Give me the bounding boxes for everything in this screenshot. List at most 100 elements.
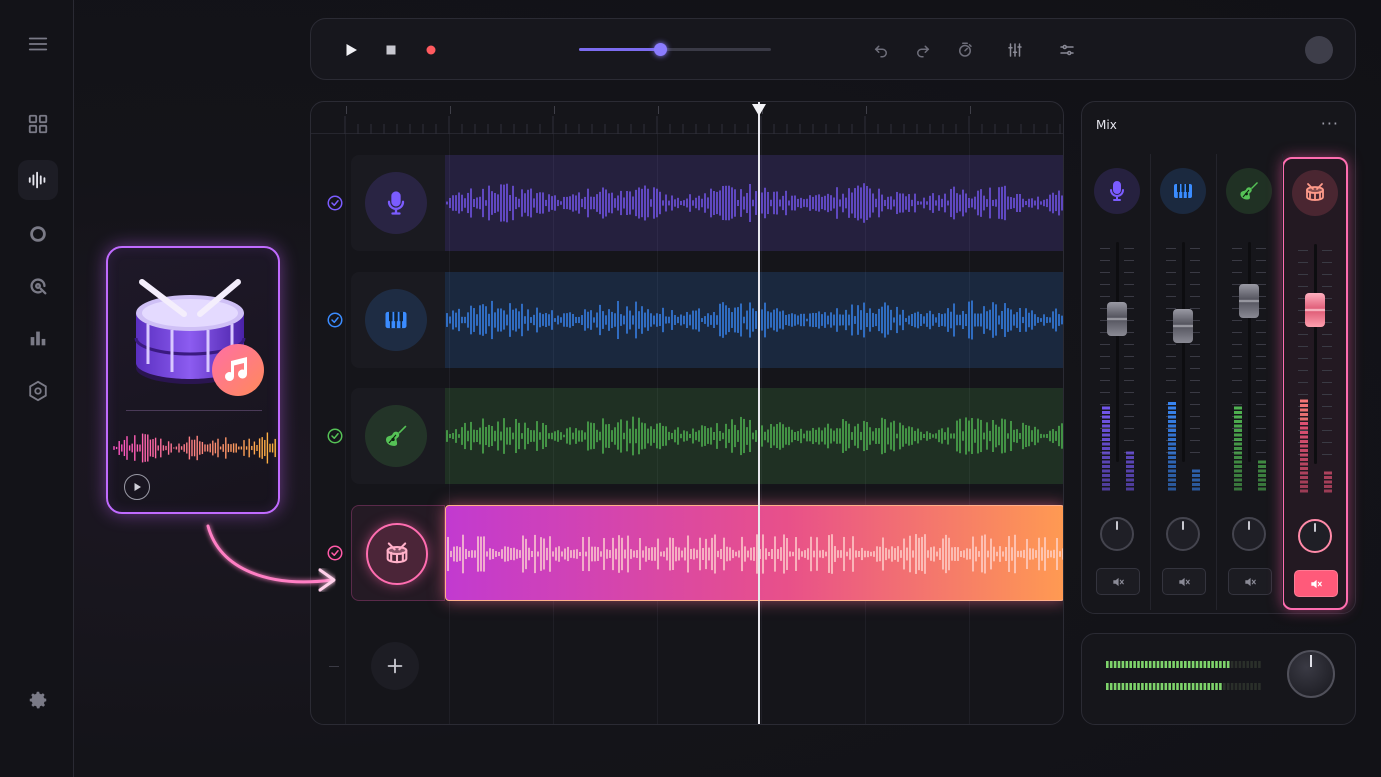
mixer-button[interactable]	[1001, 36, 1029, 64]
add-track-button[interactable]	[371, 642, 419, 690]
pan-knob[interactable]	[1166, 517, 1200, 551]
record-button[interactable]	[417, 36, 445, 64]
master-meter-right	[1106, 683, 1261, 690]
check-circle-icon	[327, 428, 343, 444]
track-arm-check-vocals[interactable]	[325, 193, 345, 213]
volume-fader[interactable]	[1173, 308, 1193, 343]
playhead-handle[interactable]	[752, 104, 766, 116]
track-separator	[329, 666, 339, 667]
drag-arrow	[206, 524, 336, 592]
level-meter	[1126, 451, 1134, 491]
play-icon	[346, 44, 357, 56]
track-row-keys[interactable]	[351, 272, 1063, 368]
volume-fader[interactable]	[1305, 293, 1325, 327]
drum-icon	[1292, 170, 1338, 216]
strip-divider	[1150, 154, 1151, 610]
track-row-drums[interactable]	[351, 505, 1063, 601]
audio-clip-vocals[interactable]	[445, 155, 1063, 251]
eq-button[interactable]	[1053, 36, 1081, 64]
mute-button[interactable]	[1228, 568, 1272, 595]
waveform-icon[interactable]	[18, 160, 58, 200]
audio-clip-guitar[interactable]	[445, 388, 1063, 484]
speaker-mute-icon	[1311, 579, 1322, 588]
volume-fader[interactable]	[1107, 302, 1127, 336]
stop-icon	[386, 45, 396, 55]
search-wave-icon[interactable]	[18, 266, 58, 306]
level-meter	[1168, 402, 1176, 491]
timeline-scrubber[interactable]	[579, 43, 771, 56]
play-button[interactable]	[337, 36, 365, 64]
level-meter	[1234, 406, 1242, 491]
pan-knob[interactable]	[1232, 517, 1266, 551]
sample-play-button[interactable]	[124, 474, 150, 500]
disc-icon[interactable]	[18, 214, 58, 254]
transport-bar	[310, 18, 1356, 80]
metronome-button[interactable]	[951, 36, 979, 64]
mixer-panel: Mix ···	[1081, 101, 1356, 614]
user-avatar[interactable]	[1305, 36, 1333, 64]
menu-icon[interactable]	[18, 24, 58, 64]
strip-divider	[1282, 154, 1283, 610]
waveform	[446, 183, 1063, 223]
track-arm-check-guitar[interactable]	[325, 426, 345, 446]
pan-knob[interactable]	[1100, 517, 1134, 551]
settings-icon[interactable]	[18, 680, 58, 720]
mute-button[interactable]	[1294, 570, 1338, 597]
guitar-icon	[365, 405, 427, 467]
fader-track[interactable]	[1116, 242, 1119, 462]
playhead-line	[758, 102, 760, 724]
microphone-icon	[365, 172, 427, 234]
fader-track[interactable]	[1182, 242, 1185, 462]
timeline-ruler[interactable]: | | | | | | |	[311, 102, 1063, 134]
play-icon	[134, 483, 141, 491]
fader-track[interactable]	[1314, 244, 1317, 464]
master-volume-knob[interactable]	[1287, 650, 1335, 698]
waveform	[447, 534, 1063, 574]
grid-line	[345, 134, 346, 724]
speaker-mute-icon	[1113, 577, 1124, 586]
redo-button[interactable]	[909, 36, 937, 64]
sample-waveform	[113, 432, 276, 464]
fader-track[interactable]	[1248, 242, 1251, 462]
drum-icon	[366, 523, 428, 585]
undo-button[interactable]	[867, 36, 895, 64]
plus-icon	[387, 658, 403, 674]
pan-knob[interactable]	[1298, 519, 1332, 553]
audio-clip-drums[interactable]	[445, 505, 1063, 601]
track-row-guitar[interactable]	[351, 388, 1063, 484]
mixer-more-button[interactable]: ···	[1321, 114, 1339, 133]
mute-button[interactable]	[1096, 568, 1140, 595]
check-circle-icon	[327, 312, 343, 328]
track-header[interactable]	[351, 505, 445, 601]
mute-button[interactable]	[1162, 568, 1206, 595]
waveform	[446, 416, 1063, 456]
arrangement-view: | | | | | | |	[310, 101, 1064, 725]
track-header[interactable]	[351, 388, 445, 484]
volume-fader[interactable]	[1239, 284, 1259, 319]
stop-button[interactable]	[377, 36, 405, 64]
eq-sliders-icon	[1060, 44, 1074, 56]
piano-icon	[365, 289, 427, 351]
level-meter	[1102, 406, 1110, 491]
strip-divider	[1216, 154, 1217, 610]
drum-illustration	[134, 279, 264, 396]
check-circle-icon	[327, 195, 343, 211]
mixer-channel-strip-2	[1152, 152, 1214, 612]
track-header[interactable]	[351, 155, 445, 251]
level-meter	[1300, 399, 1308, 493]
audio-clip-keys[interactable]	[445, 272, 1063, 368]
level-meter	[1192, 469, 1200, 491]
guitar-icon	[1226, 168, 1272, 214]
bar-chart-icon[interactable]	[18, 318, 58, 358]
record-icon	[426, 45, 436, 55]
track-row-vocals[interactable]	[351, 155, 1063, 251]
track-header[interactable]	[351, 272, 445, 368]
scrubber-handle[interactable]	[653, 43, 667, 56]
track-arm-check-keys[interactable]	[325, 310, 345, 330]
mixer-channel-strip-3	[1218, 152, 1280, 612]
level-meter	[1324, 471, 1332, 493]
hexagon-icon[interactable]	[18, 371, 58, 411]
drum-sample-card[interactable]	[106, 246, 280, 514]
scrubber-progress	[579, 48, 660, 51]
grid-icon[interactable]	[18, 104, 58, 144]
